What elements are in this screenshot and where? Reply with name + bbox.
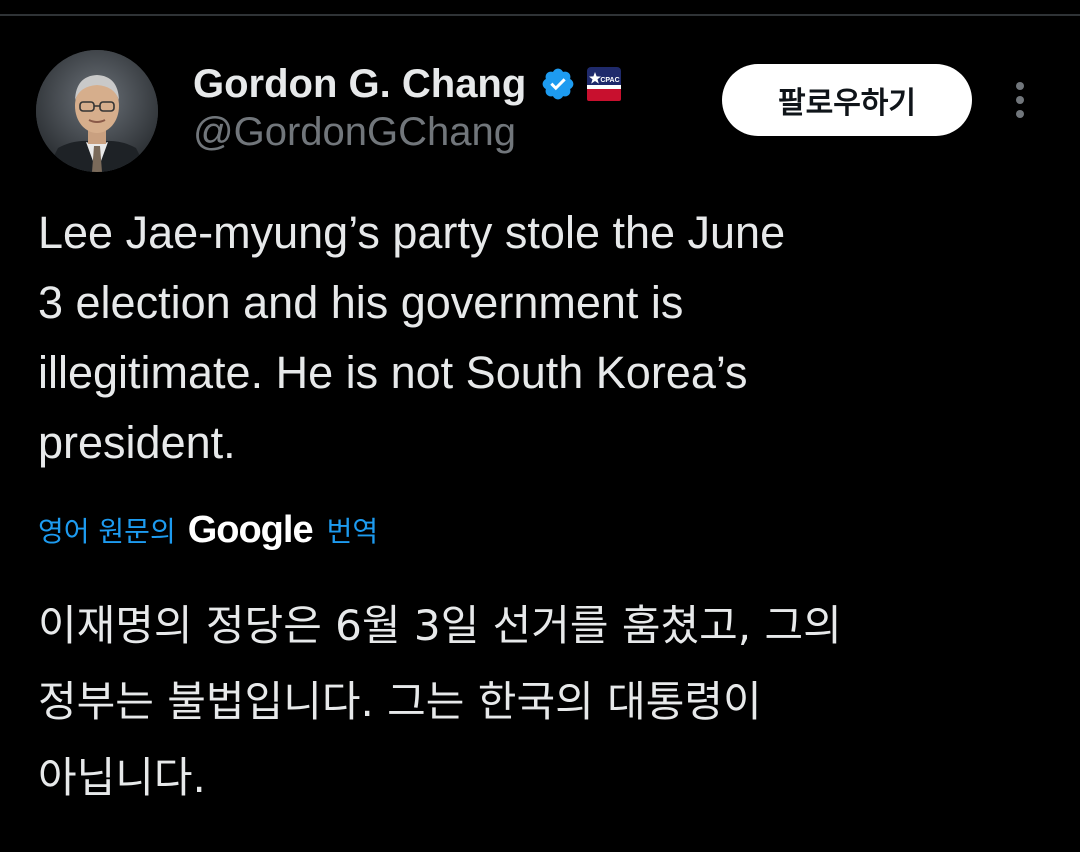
- google-logo: Google: [187, 508, 314, 551]
- tweet-text: Lee Jae-myung’s party stole the June 3 e…: [38, 207, 786, 468]
- more-vertical-icon[interactable]: [1006, 78, 1034, 122]
- author-name-row: Gordon G. Chang CPAC: [193, 58, 622, 110]
- verified-badge-icon[interactable]: [540, 66, 576, 102]
- avatar-photo-icon: [36, 50, 158, 172]
- translated-text: 이재명의 정당은 6월 3일 선거를 훔쳤고, 그의 정부는 불법입니다. 그는…: [38, 601, 842, 802]
- author-display-name[interactable]: Gordon G. Chang: [193, 62, 526, 107]
- follow-button[interactable]: 팔로우하기: [722, 64, 972, 136]
- cpac-badge-icon[interactable]: CPAC: [586, 66, 622, 102]
- avatar[interactable]: [36, 50, 158, 172]
- translation-prefix: 영어 원문의: [38, 515, 176, 548]
- translation-suffix: 번역: [326, 515, 379, 548]
- cpac-badge-text: CPAC: [601, 77, 620, 84]
- author-handle[interactable]: @GordonGChang: [193, 110, 516, 155]
- top-divider: [0, 14, 1080, 16]
- translation-attribution[interactable]: 영어 원문의 Google 번역: [38, 506, 378, 554]
